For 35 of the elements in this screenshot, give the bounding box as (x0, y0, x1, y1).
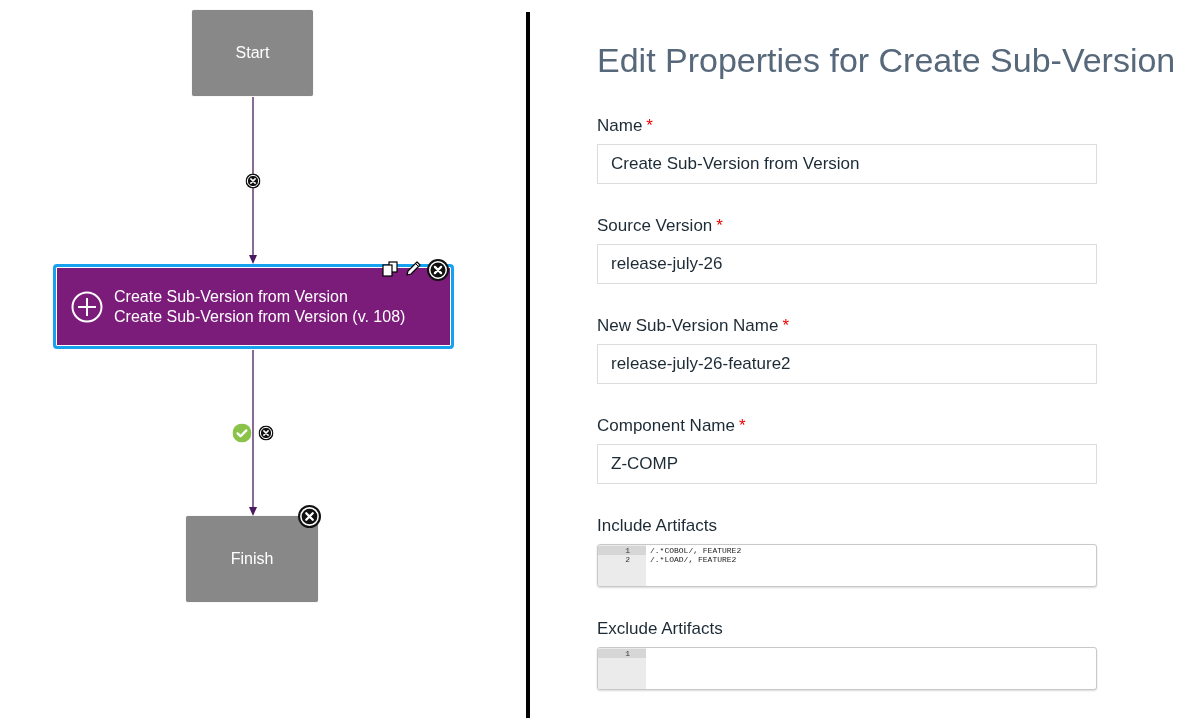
close-icon[interactable] (298, 505, 321, 528)
field-label: Exclude Artifacts (597, 618, 723, 640)
required-mark: * (716, 215, 723, 237)
close-icon[interactable] (245, 173, 261, 189)
line-number: 2 (624, 555, 631, 564)
text-input[interactable]: Create Sub-Version from Version (597, 144, 1097, 184)
action-node[interactable]: Create Sub-Version from Version Create Sub-Version from Version (v. 108) (53, 264, 454, 349)
process-node[interactable]: Start (192, 10, 313, 96)
required-mark: * (646, 115, 653, 137)
field-label: Component Name (597, 415, 735, 437)
line-number: 1 (598, 546, 646, 555)
code-line: /.*COBOL/, FEATURE2 (650, 546, 742, 555)
panel-title: Edit Properties for Create Sub-Version (597, 40, 1176, 80)
close-icon[interactable] (427, 259, 449, 281)
code-editor-field[interactable]: 1 (597, 647, 1097, 690)
field-label: Source Version (597, 215, 713, 237)
close-icon[interactable] (258, 425, 274, 441)
node-subtitle: Create Sub-Version from Version (v. 108) (114, 306, 406, 327)
code-editor-field[interactable]: 1 2 /.*COBOL/, FEATURE2 /.*LOAD/, FEATURE2 (597, 544, 1097, 587)
text-input[interactable]: release-july-26-feature2 (597, 344, 1097, 384)
check-circle-icon (232, 423, 252, 443)
node-title: Create Sub-Version from Version (114, 286, 349, 307)
field-label: Include Artifacts (597, 515, 717, 537)
copy-icon[interactable] (382, 261, 398, 277)
process-node[interactable]: Finish (186, 516, 318, 602)
field-label: New Sub-Version Name (597, 315, 779, 337)
field-label: Name (597, 115, 643, 137)
code-line: /.*LOAD/, FEATURE2 (650, 555, 737, 564)
required-mark: * (738, 415, 746, 437)
plus-circle-icon (71, 290, 103, 323)
text-input[interactable]: Z-COMP (597, 444, 1097, 484)
required-mark: * (782, 315, 790, 337)
text-input[interactable]: release-july-26 (597, 244, 1097, 284)
line-number: 1 (598, 649, 646, 658)
pencil-icon[interactable] (405, 261, 421, 277)
